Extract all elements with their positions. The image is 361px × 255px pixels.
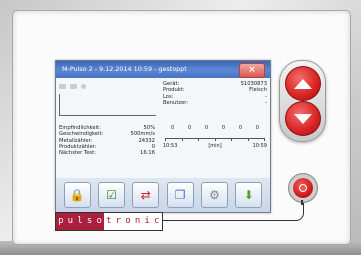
- signal-bar-area: [59, 94, 156, 116]
- chart-end-time: 10:59: [252, 143, 267, 149]
- navigation-pad: [279, 60, 326, 142]
- logo-letter: p: [56, 213, 66, 230]
- enter-dot-icon: [299, 184, 307, 192]
- stat-row-next-test: Nächster Test: 16:16: [59, 150, 155, 156]
- logo-letter: o: [94, 213, 104, 230]
- logo-letter: o: [123, 213, 133, 230]
- checklist-button[interactable]: ☑: [97, 182, 125, 208]
- chart-count: 0: [171, 125, 175, 131]
- documents-icon: ❐: [174, 188, 186, 202]
- stat-value: 16:16: [140, 150, 155, 157]
- down-button[interactable]: [285, 101, 321, 136]
- device-info: Gerät: 51030873 Produkt: Fleisch Los: - …: [163, 81, 267, 106]
- chart-counts: 0 0 0 0 0 0: [163, 125, 267, 131]
- chart-start-time: 10:53: [163, 143, 178, 149]
- info-row-user: Benutzer: -: [163, 100, 267, 106]
- arrow-up-icon: [294, 78, 312, 89]
- close-button[interactable]: ×: [239, 63, 265, 78]
- chart-count: 0: [238, 125, 242, 131]
- logo-letter: r: [113, 213, 124, 230]
- timeline-chart: 0 0 0 0 0 0 10:53 [min] 10:59: [163, 125, 267, 155]
- enter-button-ring: [288, 173, 318, 203]
- chart-count: 0: [221, 125, 226, 131]
- logo-letter: n: [132, 213, 143, 230]
- window-title: M-Pulso 2 - 9.12.2014 10:59 - gestoppt: [62, 65, 187, 73]
- connector-line: [140, 203, 304, 221]
- lock-icon: 🔒: [69, 188, 85, 202]
- chart-unit: [min]: [208, 143, 222, 149]
- chart-tick: [231, 138, 232, 141]
- pulsotronic-logo: p u l s o t r o n i c: [55, 212, 163, 231]
- left-column: Empfindlichkeit: 50% Geschwindigkeit: 50…: [59, 81, 157, 173]
- chart-count: 0: [204, 125, 209, 131]
- logo-letter: i: [142, 213, 152, 230]
- stat-label: Nächster Test:: [59, 150, 96, 157]
- chart-axis-labels: 10:53 [min] 10:59: [163, 143, 267, 149]
- stats-list: Empfindlichkeit: 50% Geschwindigkeit: 50…: [59, 125, 155, 156]
- info-label: Benutzer:: [163, 99, 189, 106]
- arrow-down-icon: [294, 113, 312, 124]
- chart-count: 0: [255, 125, 259, 131]
- product-icon: [59, 83, 66, 89]
- hmi-screen: M-Pulso 2 - 9.12.2014 10:59 - gestoppt ×…: [55, 60, 271, 213]
- logo-letter: c: [151, 213, 162, 230]
- logo-letter: u: [65, 213, 76, 230]
- info-value: -: [265, 99, 267, 106]
- lock-button[interactable]: 🔒: [63, 182, 91, 208]
- logo-letter: l: [75, 213, 85, 230]
- transfer-arrows-icon: ⇄: [140, 188, 151, 202]
- up-button[interactable]: [285, 66, 321, 101]
- chart-count: 0: [187, 125, 192, 131]
- chart-tick: [198, 138, 199, 141]
- connector-stub: [301, 200, 303, 205]
- checklist-icon: ☑: [106, 188, 117, 202]
- right-column: Gerät: 51030873 Produkt: Fleisch Los: - …: [163, 81, 267, 173]
- chart-tick: [264, 138, 265, 141]
- sensor-icon: [70, 83, 77, 89]
- download-arrow-icon: ⬇: [243, 188, 254, 202]
- chart-ticks: [165, 138, 265, 141]
- status-icons: [59, 81, 157, 91]
- enter-button[interactable]: [293, 178, 313, 198]
- chart-tick: [181, 138, 183, 141]
- window-titlebar: M-Pulso 2 - 9.12.2014 10:59 - gestoppt ×: [56, 61, 270, 78]
- logo-letter: s: [84, 213, 95, 230]
- chart-tick: [165, 138, 166, 141]
- chart-tick: [247, 138, 249, 141]
- status-panel: Empfindlichkeit: 50% Geschwindigkeit: 50…: [56, 78, 270, 178]
- settings-gear-icon: ⚙: [209, 188, 220, 202]
- status-dot-icon: [81, 83, 86, 89]
- logo-letter: t: [103, 213, 114, 230]
- chart-tick: [214, 138, 216, 141]
